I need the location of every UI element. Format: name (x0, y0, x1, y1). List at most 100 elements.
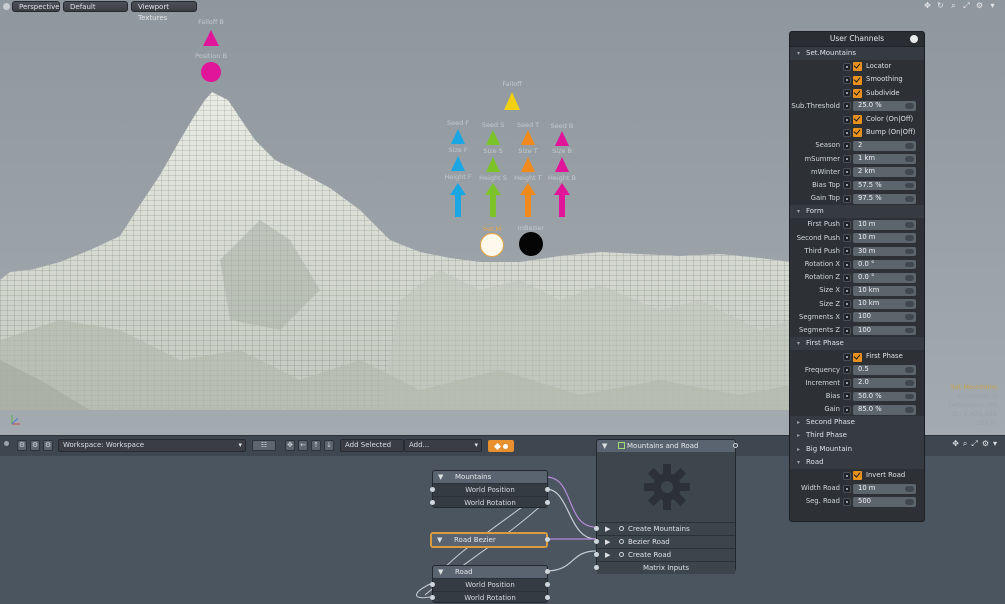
seed-b-handle[interactable] (555, 131, 569, 146)
node-collapse-icon[interactable]: ▼ (437, 534, 442, 546)
keyframe-icon[interactable] (843, 484, 851, 493)
mountains-world-position[interactable]: World Position (430, 483, 550, 496)
channel-value-field[interactable]: 97.5 % (853, 193, 916, 204)
rotate-view-icon[interactable]: ↻ (936, 1, 945, 10)
assembly-node-header[interactable]: ▼ Mountains and Road (Assembly) (597, 440, 738, 462)
road-world-position[interactable]: World Position (430, 578, 550, 591)
channel-value-field[interactable]: 57.5 % (853, 180, 916, 191)
section-header-3[interactable]: Second Phase (790, 416, 924, 430)
channel-checkbox[interactable] (853, 62, 862, 72)
keyframe-icon[interactable] (843, 89, 851, 98)
position-b-handle[interactable] (201, 62, 221, 82)
keyframe-icon[interactable] (843, 497, 851, 506)
road-node[interactable]: ▼ Road World Position World Rotation (430, 565, 550, 603)
keyframe-icon[interactable] (843, 352, 851, 361)
channel-value-field[interactable]: 100 (853, 312, 916, 323)
input-port-icon[interactable] (594, 565, 599, 570)
assembly-input-bezier-road[interactable]: ▶ Bezier Road (594, 535, 735, 548)
seed-s-handle[interactable] (486, 130, 500, 145)
keyframe-icon[interactable] (843, 300, 851, 309)
viewport-settings-icon[interactable]: ⚙ (975, 1, 984, 10)
output-port-icon[interactable] (545, 595, 550, 600)
channel-value-field[interactable]: 30 m (853, 246, 916, 257)
keyframe-icon[interactable] (843, 234, 851, 243)
keyframe-icon[interactable] (843, 141, 851, 150)
channel-value-field[interactable]: 0.0 ° (853, 272, 916, 283)
channel-checkbox[interactable] (853, 115, 862, 125)
falloff-b-handle[interactable] (203, 30, 219, 46)
channel-value-field[interactable]: 25.0 % (853, 101, 916, 112)
keyframe-icon[interactable] (843, 405, 851, 414)
channel-checkbox[interactable] (853, 128, 862, 138)
section-header-5[interactable]: Big Mountain (790, 442, 924, 456)
channel-value-field[interactable]: 85.0 % (853, 404, 916, 415)
road-bezier-node[interactable]: ▼ Road Bezier (430, 532, 550, 548)
channel-value-field[interactable]: 10 m (853, 220, 916, 230)
keyframe-icon[interactable] (843, 366, 851, 375)
seed-f-handle[interactable] (451, 129, 465, 144)
channel-value-field[interactable]: 2.0 (853, 378, 916, 389)
output-port-icon[interactable] (545, 537, 550, 542)
channel-value-field[interactable]: 10 km (853, 286, 916, 296)
keyframe-icon[interactable] (843, 168, 851, 177)
channel-checkbox[interactable] (853, 88, 862, 98)
input-port-icon[interactable] (430, 582, 435, 587)
keyframe-icon[interactable] (843, 194, 851, 203)
channel-value-field[interactable]: 2 (853, 141, 916, 151)
view-type-dropdown[interactable]: Perspective (12, 1, 60, 12)
height-t-arrow[interactable] (520, 183, 536, 217)
channel-checkbox[interactable] (853, 471, 862, 481)
keyframe-icon[interactable] (843, 286, 851, 295)
channel-value-field[interactable]: 0.5 (853, 365, 916, 375)
seed-t-handle[interactable] (521, 130, 535, 145)
input-port-icon[interactable] (594, 539, 599, 544)
mbezier-handle[interactable] (519, 232, 543, 256)
input-port-icon[interactable] (430, 487, 435, 492)
keyframe-icon[interactable] (843, 392, 851, 401)
output-port-icon[interactable] (545, 500, 550, 505)
keyframe-icon[interactable] (843, 221, 851, 230)
assembly-node[interactable]: ▼ Mountains and Road (Assembly) (594, 439, 738, 574)
keyframe-icon[interactable] (843, 326, 851, 335)
set-m-handle[interactable] (480, 233, 504, 257)
zoom-view-icon[interactable]: ⌕ (949, 1, 958, 10)
size-t-handle[interactable] (521, 157, 535, 172)
mountains-world-rotation[interactable]: World Rotation (430, 496, 550, 509)
viewport-options-icon[interactable]: ▾ (988, 1, 997, 10)
section-header-0[interactable]: Set.Mountains (790, 47, 924, 60)
channel-value-field[interactable]: 0.0 ° (853, 259, 916, 270)
keyframe-icon[interactable] (843, 247, 851, 256)
output-port-icon[interactable] (733, 443, 738, 448)
user-channels-panel[interactable]: User Channels Set.Mountains Locator Smooth… (789, 31, 925, 522)
channel-value-field[interactable]: 10 km (853, 299, 916, 310)
keyframe-icon[interactable] (843, 115, 851, 124)
size-f-handle[interactable] (451, 156, 465, 171)
size-b-handle[interactable] (555, 157, 569, 172)
channel-value-field[interactable]: 10 m (853, 483, 916, 494)
viewport-menu-icon[interactable] (3, 3, 10, 10)
falloff-handle[interactable] (504, 92, 520, 110)
height-f-arrow[interactable] (450, 183, 466, 217)
channel-value-field[interactable]: 500 (853, 497, 916, 507)
input-port-icon[interactable] (430, 500, 435, 505)
node-collapse-icon[interactable]: ▼ (438, 471, 443, 483)
section-header-1[interactable]: Form (790, 205, 924, 219)
keyframe-icon[interactable] (843, 62, 851, 71)
expand-icon[interactable]: ▶ (605, 536, 610, 548)
channel-value-field[interactable]: 10 m (853, 233, 916, 244)
mountains-node-header[interactable]: ▼ Mountains (433, 471, 547, 483)
panel-close-icon[interactable] (910, 35, 918, 43)
output-port-icon[interactable] (545, 569, 550, 574)
expand-icon[interactable]: ▶ (605, 523, 610, 535)
section-header-4[interactable]: Third Phase (790, 429, 924, 443)
size-s-handle[interactable] (486, 157, 500, 172)
road-node-header[interactable]: ▼ Road (433, 566, 550, 578)
channel-value-field[interactable]: 1 km (853, 154, 916, 164)
input-port-icon[interactable] (594, 526, 599, 531)
channel-value-field[interactable]: 2 km (853, 167, 916, 178)
input-port-icon[interactable] (430, 595, 435, 600)
keyframe-icon[interactable] (843, 181, 851, 190)
height-b-arrow[interactable] (554, 183, 570, 217)
channel-value-field[interactable]: 50.0 % (853, 391, 916, 402)
shading-style-dropdown[interactable]: Default (63, 1, 128, 12)
